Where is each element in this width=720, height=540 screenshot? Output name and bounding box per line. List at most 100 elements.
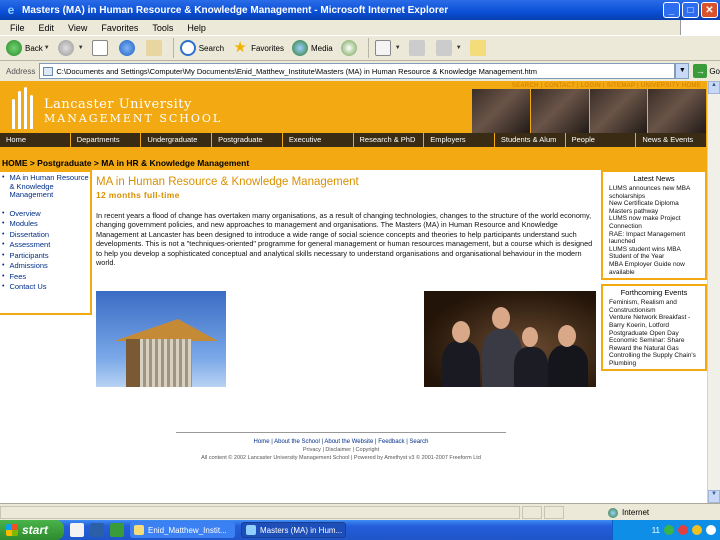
bullet-icon: • xyxy=(2,174,5,181)
media-button[interactable]: Media xyxy=(291,40,333,56)
footer-legal-links[interactable]: Privacy | Disclaimer | Copyright xyxy=(176,447,506,453)
address-value: C:\Documents and Settings\Computer\My Do… xyxy=(56,66,537,76)
nav-students[interactable]: Students & Alum xyxy=(495,133,566,147)
bullet-icon: • xyxy=(2,220,5,227)
minimize-button[interactable]: _ xyxy=(663,2,680,18)
nav-employers[interactable]: Employers xyxy=(424,133,495,147)
internet-explorer-icon xyxy=(246,525,256,535)
university-name: Lancaster University xyxy=(44,97,192,112)
news-item[interactable]: LUMS student wins MBA Student of the Yea… xyxy=(605,246,703,261)
news-item[interactable]: MBA Employer Guide now available xyxy=(605,261,703,276)
leftnav-item-modules[interactable]: • Modules xyxy=(2,219,90,229)
folder-button[interactable] xyxy=(469,40,489,56)
news-item[interactable]: New Certificate Diploma Masters pathway xyxy=(605,200,703,215)
toolbar-separator xyxy=(172,38,174,58)
bullet-icon: • xyxy=(2,230,5,238)
school-name: MANAGEMENT SCHOOL xyxy=(44,112,223,125)
nav-home[interactable]: Home xyxy=(0,133,71,147)
mail-button[interactable]: ▼ xyxy=(374,40,401,56)
search-button[interactable]: Search xyxy=(179,40,224,56)
nav-undergraduate[interactable]: Undergraduate xyxy=(141,133,213,147)
menu-tools[interactable]: Tools xyxy=(152,23,173,33)
globe-icon xyxy=(608,507,618,518)
footer-links[interactable]: Home | About the School | About the Webs… xyxy=(176,439,506,445)
menu-edit[interactable]: Edit xyxy=(39,23,55,33)
favorites-label: Favorites xyxy=(251,43,284,53)
event-item[interactable]: Controlling the Supply Chain's Plumbing xyxy=(605,352,703,367)
leftnav-item-admissions[interactable]: • Admissions xyxy=(2,261,90,271)
address-input[interactable]: C:\Documents and Settings\Computer\My Do… xyxy=(39,63,676,79)
menu-bar: File Edit View Favorites Tools Help xyxy=(0,20,720,35)
window-title-bar[interactable]: e Masters (MA) in Human Resource & Knowl… xyxy=(0,0,720,20)
tray-icon[interactable] xyxy=(664,525,674,535)
nav-people[interactable]: People xyxy=(566,133,637,147)
quicklaunch-icon[interactable] xyxy=(110,523,124,537)
leftnav-item-participants[interactable]: • Participants xyxy=(2,250,90,261)
leftnav-item-fees[interactable]: • Fees xyxy=(2,272,90,282)
nav-postgraduate[interactable]: Postgraduate xyxy=(212,133,283,147)
home-button[interactable] xyxy=(145,40,165,56)
taskbar-window-folder[interactable]: Enid_Matthew_Instit... xyxy=(130,522,235,538)
tray-icon[interactable] xyxy=(692,525,702,535)
menu-help[interactable]: Help xyxy=(187,23,206,33)
news-item[interactable]: LUMS now make Project Connection xyxy=(605,215,703,230)
leftnav-item-dissertation[interactable]: • Dissertation xyxy=(2,230,90,240)
breadcrumb[interactable]: HOME > Postgraduate > MA in HR & Knowled… xyxy=(0,157,707,170)
leftnav-label: Participants xyxy=(9,250,49,260)
scroll-down-icon[interactable]: ▼ xyxy=(708,490,720,503)
clock[interactable]: 11 xyxy=(652,526,660,535)
close-button[interactable]: ✕ xyxy=(701,2,718,18)
windows-logo-icon xyxy=(680,20,720,35)
history-button[interactable] xyxy=(340,40,360,56)
stop-button[interactable] xyxy=(91,40,111,56)
go-button[interactable]: → Go xyxy=(693,64,720,78)
banner-photo xyxy=(530,89,589,134)
quicklaunch-icon[interactable] xyxy=(70,523,84,537)
address-dropdown-button[interactable]: ▼ xyxy=(675,63,690,79)
edit-button[interactable]: ▼ xyxy=(435,40,462,56)
leftnav-item-overview[interactable]: • Overview xyxy=(2,209,90,219)
forward-button[interactable]: ▼ xyxy=(57,40,84,56)
tray-icon[interactable] xyxy=(678,525,688,535)
start-button[interactable]: start xyxy=(0,520,64,540)
nav-research[interactable]: Research & PhD xyxy=(354,133,425,147)
windows-flag-icon xyxy=(6,524,18,536)
go-label: Go xyxy=(709,66,720,76)
event-item[interactable]: Feminism, Realism and Constructionism xyxy=(605,299,703,314)
event-item[interactable]: Economic Seminar: Share Reward the Natur… xyxy=(605,337,703,352)
event-item[interactable]: Postgraduate Open Day xyxy=(605,330,703,338)
menu-file[interactable]: File xyxy=(10,23,25,33)
folder-icon xyxy=(134,525,144,535)
news-item[interactable]: RAE: Impact Management launched xyxy=(605,231,703,246)
task-label: Masters (MA) in Hum... xyxy=(260,525,343,535)
vertical-scrollbar[interactable]: ▲ ▼ xyxy=(707,81,720,503)
taskbar-window-browser[interactable]: Masters (MA) in Hum... xyxy=(241,522,346,538)
back-button[interactable]: Back ▼ xyxy=(6,40,50,56)
nav-news[interactable]: News & Events xyxy=(636,133,707,147)
leftnav-item-contact[interactable]: • Contact Us xyxy=(2,282,90,292)
news-item[interactable]: LUMS announces new MBA scholarships xyxy=(605,185,703,200)
bullet-icon: • xyxy=(2,241,5,248)
taskbar: start Enid_Matthew_Instit... Masters (MA… xyxy=(0,520,720,540)
university-logo-icon xyxy=(12,87,34,129)
web-content: Lancaster University MANAGEMENT SCHOOL S… xyxy=(0,81,707,503)
folder-icon xyxy=(469,40,486,56)
scroll-up-icon[interactable]: ▲ xyxy=(708,81,720,94)
menu-view[interactable]: View xyxy=(68,23,87,33)
menu-favorites[interactable]: Favorites xyxy=(101,23,138,33)
print-button[interactable] xyxy=(408,40,428,56)
favorites-button[interactable]: ★ Favorites xyxy=(232,40,284,56)
leftnav-item-assessment[interactable]: • Assessment xyxy=(2,240,90,250)
star-icon: ★ xyxy=(233,39,247,56)
chevron-down-icon: ▼ xyxy=(394,45,401,51)
top-utility-links[interactable]: SEARCH | CONTACT | LOGIN | SITEMAP | UNI… xyxy=(512,83,701,89)
tray-icon[interactable] xyxy=(706,525,716,535)
nav-executive[interactable]: Executive xyxy=(283,133,354,147)
refresh-button[interactable] xyxy=(118,40,138,56)
event-item[interactable]: Venture Network Breakfast - Barry Koerin… xyxy=(605,314,703,329)
word-icon[interactable] xyxy=(90,523,104,537)
maximize-button[interactable]: □ xyxy=(682,2,699,18)
nav-departments[interactable]: Departments xyxy=(71,133,142,147)
leftnav-item-programme[interactable]: • MA in Human Resource & Knowledge Manage… xyxy=(2,173,90,200)
building-photo xyxy=(96,291,226,387)
